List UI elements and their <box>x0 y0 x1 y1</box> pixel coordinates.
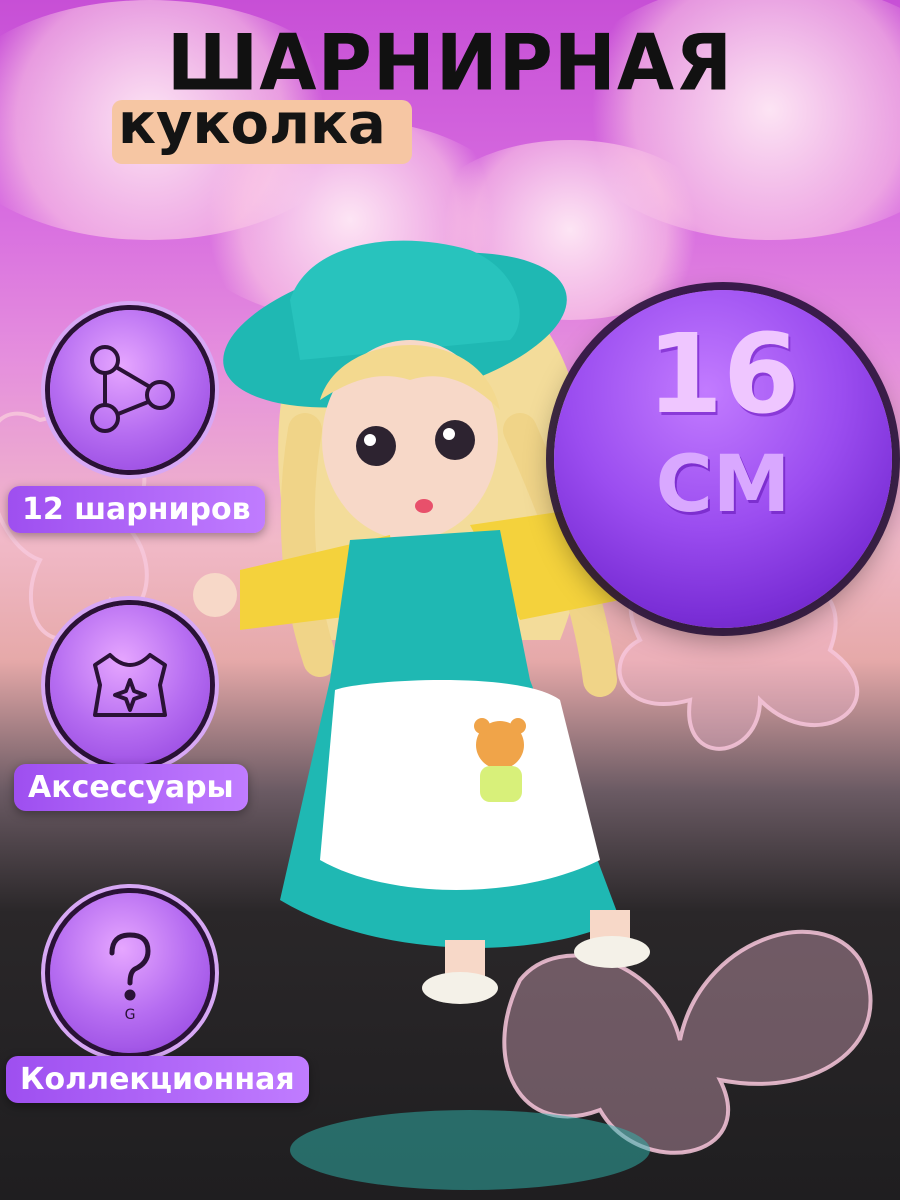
size-badge: 16 СМ <box>554 290 892 628</box>
feature-joints <box>50 310 210 470</box>
feature-accessories <box>50 605 210 765</box>
dress-icon <box>93 653 167 717</box>
question-icon: G <box>109 932 151 1023</box>
product-subtitle: куколка <box>118 92 386 157</box>
size-number: 16 <box>646 310 800 438</box>
feature-label: Коллекционная <box>6 1056 309 1103</box>
svg-text:G: G <box>125 1007 136 1023</box>
feature-label: 12 шарниров <box>8 486 265 533</box>
feature-label: Аксессуары <box>14 764 248 811</box>
feature-collectible: G <box>50 893 210 1053</box>
joints-icon <box>90 345 175 433</box>
size-unit: СМ <box>655 440 791 530</box>
product-card: ШАРНИРНАЯ куколка 16 СМ 12 шарниров Аксе… <box>0 0 900 1200</box>
